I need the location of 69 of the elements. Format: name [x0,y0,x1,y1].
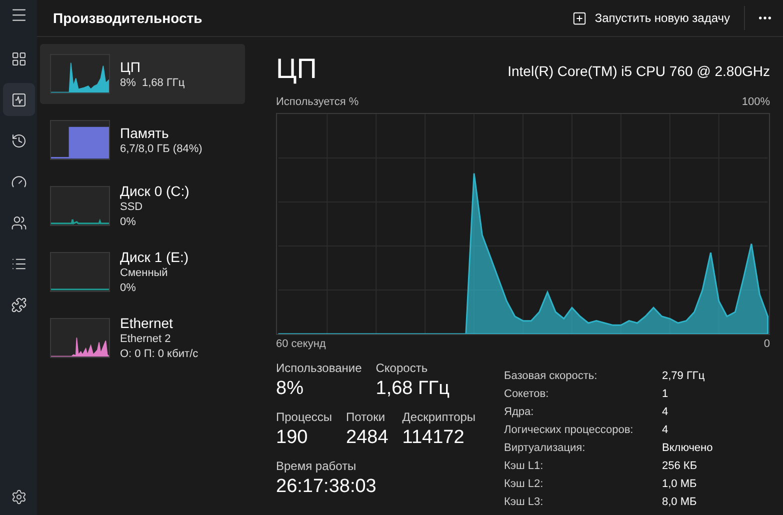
gauge-icon [10,174,26,190]
device-item[interactable]: Диск 1 (E:) Сменный 0% [40,242,245,302]
run-new-task-button[interactable]: Запустить новую задачу [570,9,732,27]
spec-label: Кэш L2: [504,477,544,492]
device-item[interactable]: Ethernet Ethernet 2 О: 0 П: 0 кбит/с [40,308,245,368]
history-icon [10,132,26,148]
stat-value: 114172 [402,426,466,450]
device-detail: Ethernet 2 [120,332,172,347]
device-detail: 6,7/8,0 ГБ (84%) [120,142,202,156]
device-name: Диск 0 (C:) [120,182,190,200]
device-detail: Сменный [120,266,169,281]
spec-label: Кэш L3: [504,495,544,510]
new-task-icon [572,10,587,26]
activity-icon [10,92,26,108]
stat-label: Процессы [276,410,332,425]
spec-value: 256 КБ [662,459,698,474]
stat-label: Скорость [376,361,429,376]
processor-model: Intel(R) Core(TM) i5 CPU 760 @ 2.80GHz [508,62,770,81]
device-name: ЦП [120,58,142,76]
spec-value: 1 [662,387,670,402]
device-name: Ethernet [120,314,174,332]
spec-value: Включено [662,441,713,456]
stat-value: 26:17:38:03 [276,475,376,499]
stat-label: Использование [276,361,362,376]
spec-label: Логических процессоров: [504,423,634,438]
stat-label: Дескрипторы [402,410,476,425]
settings-icon[interactable] [10,489,26,505]
usage-thumbnail [50,186,110,226]
spec-value: 2,79 ГГц [662,369,706,384]
grid-icon [10,50,26,66]
stat-value: 190 [276,426,309,450]
usage-thumbnail [50,54,110,94]
spec-label: Кэш L1: [504,459,544,474]
menu-icon[interactable] [10,6,28,24]
spec-label: Сокетов: [504,387,550,402]
device-name: Диск 1 (E:) [120,248,189,266]
stat-label: Время работы [276,459,358,474]
device-item[interactable]: Память 6,7/8,0 ГБ (84%) [40,110,245,170]
device-name: Память [120,124,170,142]
nav-item[interactable] [2,83,34,116]
device-title: ЦП [276,53,317,85]
device-detail: 8% 1,68 ГГц [120,76,185,90]
page-title: Производительность [53,8,202,28]
spec-value: 1,0 МБ [662,477,698,492]
device-detail: 0% [120,281,137,296]
spec-value: 4 [662,405,670,420]
stat-value: 8% [276,377,304,401]
spec-label: Базовая скорость: [504,369,598,384]
usage-thumbnail [50,318,110,358]
device-detail: 0% [120,215,137,230]
spec-label: Виртуализация: [504,441,586,456]
spec-value: 4 [662,423,670,438]
puzzle-icon [10,296,26,312]
spec-value: 8,0 МБ [662,495,698,510]
stat-value: 1,68 ГГц [376,377,450,401]
graph-label: 60 секунд [276,337,326,351]
stat-value: 2484 [346,426,388,450]
device-detail: SSD [120,200,144,215]
device-item[interactable]: Диск 0 (C:) SSD 0% [40,176,245,236]
graph-label: 100% [742,95,770,109]
spec-label: Ядра: [504,405,535,420]
device-detail: О: 0 П: 0 кбит/с [120,347,198,362]
stat-label: Потоки [346,410,386,425]
graph-label: Используется % [276,95,359,109]
usage-thumbnail [50,120,110,160]
graph-label: 0 [764,337,770,351]
device-item[interactable]: ЦП 8% 1,68 ГГц [40,44,245,104]
usage-thumbnail [50,252,110,292]
users-icon [10,214,26,230]
